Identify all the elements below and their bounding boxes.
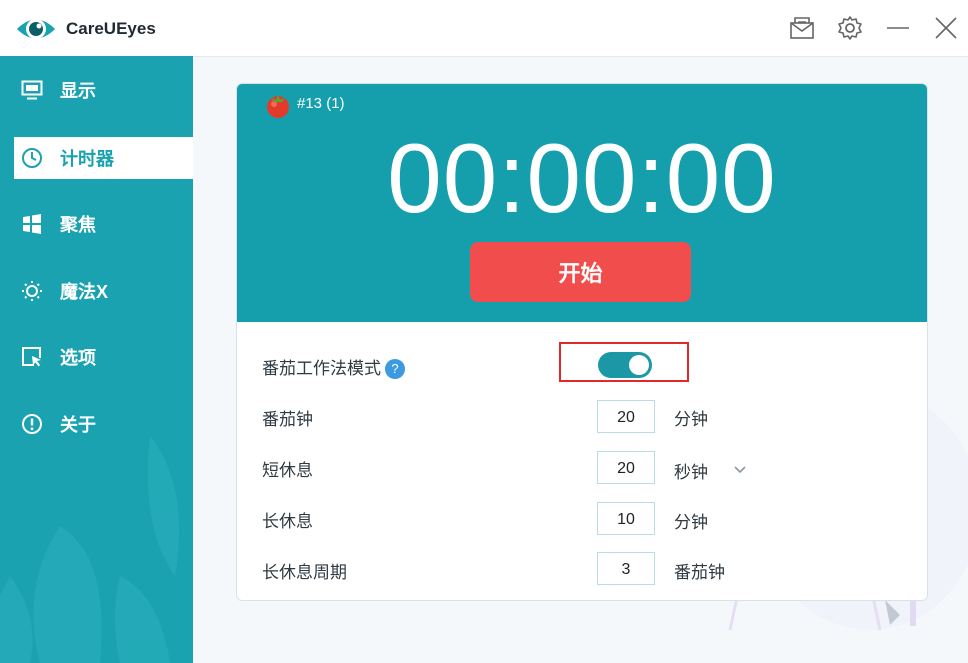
long-break-cycle-input[interactable]: 3: [597, 552, 655, 585]
sidebar-item-timer[interactable]: 计时器: [14, 137, 193, 179]
tomato-icon: [267, 95, 289, 118]
long-break-cycle-unit: 番茄钟: [674, 563, 725, 582]
help-icon[interactable]: ?: [385, 359, 405, 379]
sidebar-item-focus[interactable]: 聚焦: [14, 203, 193, 245]
long-break-input[interactable]: 10: [597, 502, 655, 535]
short-break-input[interactable]: 20: [597, 451, 655, 484]
pomodoro-mode-label: 番茄工作法模式?: [262, 354, 405, 379]
info-icon: [20, 412, 44, 436]
long-break-unit: 分钟: [674, 513, 708, 532]
toggle-knob: [629, 355, 649, 375]
app-title: CareUEyes: [66, 19, 156, 38]
sidebar-item-label: 选项: [60, 348, 96, 368]
sidebar-item-magicx[interactable]: 魔法X: [14, 270, 193, 312]
long-break-label: 长休息: [262, 512, 313, 531]
sidebar-item-options[interactable]: 选项: [14, 336, 193, 378]
sidebar: 显示 计时器 聚焦 魔法X 选项 关于: [0, 56, 193, 663]
toggle-highlight: [559, 342, 689, 382]
windows-icon: [20, 212, 44, 236]
title-bar: CareUEyes: [0, 0, 968, 57]
sidebar-item-label: 关于: [60, 415, 96, 435]
round-counter: #13 (1): [297, 95, 345, 112]
close-icon[interactable]: [932, 14, 960, 42]
sidebar-item-label: 聚焦: [60, 215, 96, 235]
sun-icon: [20, 279, 44, 303]
pomodoro-mode-toggle[interactable]: [598, 352, 652, 378]
sidebar-item-display[interactable]: 显示: [14, 69, 193, 111]
minimize-icon[interactable]: [884, 14, 912, 42]
sidebar-item-label: 计时器: [60, 149, 114, 169]
timer-header: #13 (1) 00:00:00 开始: [237, 84, 927, 322]
short-break-label: 短休息: [262, 461, 313, 480]
cursor-window-icon: [20, 345, 44, 369]
pomodoro-length-input[interactable]: 20: [597, 400, 655, 433]
eye-logo-icon: [17, 19, 55, 39]
start-button[interactable]: 开始: [470, 242, 691, 302]
sidebar-item-label: 魔法X: [60, 282, 109, 302]
monitor-icon: [20, 78, 44, 102]
pomodoro-length-label: 番茄钟: [262, 410, 313, 429]
chevron-down-icon[interactable]: [732, 461, 748, 477]
pomodoro-length-unit: 分钟: [674, 410, 708, 429]
sidebar-item-about[interactable]: 关于: [14, 403, 193, 445]
sidebar-item-label: 显示: [60, 81, 96, 101]
mail-icon[interactable]: [788, 14, 816, 42]
long-break-cycle-label: 长休息周期: [262, 563, 347, 582]
timer-display: 00:00:00: [387, 123, 777, 233]
timer-panel: #13 (1) 00:00:00 开始 番茄工作法模式? 番茄钟 20 分钟 短…: [236, 83, 928, 601]
gear-icon[interactable]: [836, 14, 864, 42]
clock-icon: [20, 146, 44, 170]
short-break-unit: 秒钟: [674, 463, 708, 482]
